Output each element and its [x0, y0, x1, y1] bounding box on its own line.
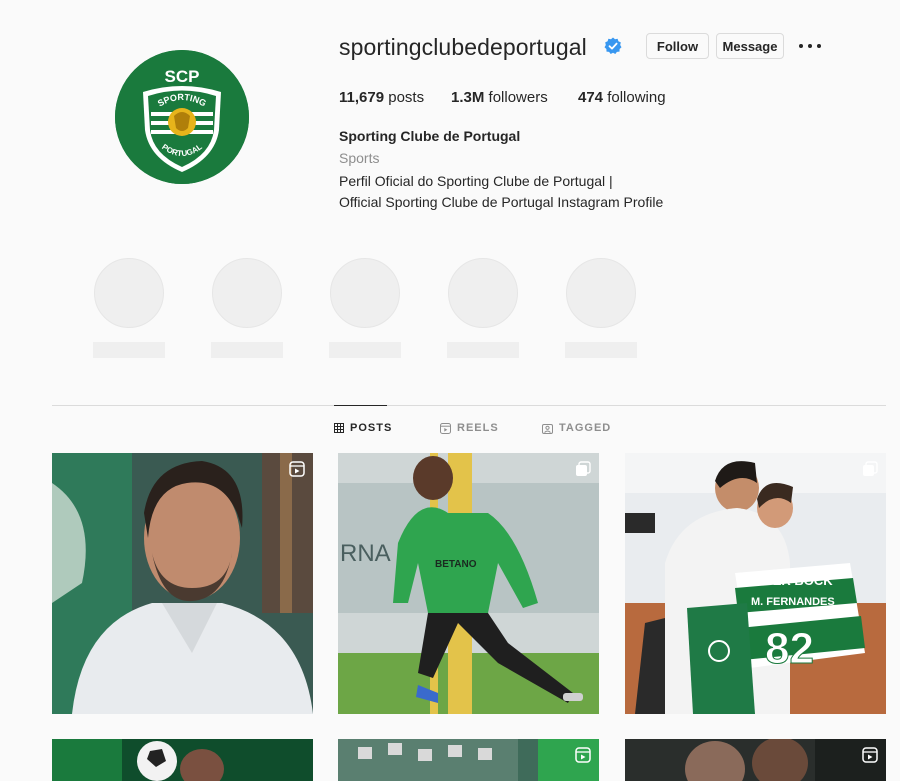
logo-text: SCP	[165, 67, 200, 86]
bio-line-1: Perfil Oficial do Sporting Clube de Port…	[339, 173, 613, 189]
highlight-label-placeholder	[565, 342, 637, 358]
profile-username: sportingclubedeportugal	[339, 34, 587, 60]
stat-following[interactable]: 474 following	[578, 89, 666, 106]
highlight-label-placeholder	[211, 342, 283, 358]
followers-count: 1.3M	[451, 89, 485, 106]
post-image-fan-jersey: SUPER BOCK M. FERNANDES 82	[625, 453, 886, 714]
highlight-placeholder[interactable]	[330, 258, 400, 328]
following-count: 474	[578, 89, 604, 106]
highlight-label-placeholder	[329, 342, 401, 358]
reel-icon	[289, 461, 305, 477]
tab-posts-label: POSTS	[350, 422, 393, 434]
post-banner-text: RNA	[340, 540, 391, 567]
post-thumbnail[interactable]	[625, 739, 886, 781]
profile-category: Sports	[339, 150, 380, 166]
post-shirt-text: BETANO	[435, 559, 477, 570]
carousel-icon	[863, 461, 878, 476]
tagged-icon	[542, 423, 553, 434]
post-image-training: RNA BETANO	[338, 453, 599, 714]
post-image-coach-portrait	[52, 453, 313, 714]
highlight-placeholder[interactable]	[448, 258, 518, 328]
profile-full-name: Sporting Clube de Portugal	[339, 128, 521, 144]
highlight-placeholder[interactable]	[212, 258, 282, 328]
highlight-label-placeholder	[447, 342, 519, 358]
post-thumbnail[interactable]	[52, 739, 313, 781]
follow-button[interactable]: Follow	[646, 33, 709, 59]
sporting-logo: SCP SPORTING PORTUGAL	[115, 50, 249, 184]
grid-icon	[334, 423, 344, 433]
jersey-name-text: M. FERNANDES	[751, 596, 835, 608]
message-button[interactable]: Message	[716, 33, 784, 59]
highlight-placeholder[interactable]	[566, 258, 636, 328]
followers-label: followers	[488, 89, 548, 106]
post-image-player-closeup	[625, 739, 886, 781]
active-tab-indicator	[334, 405, 387, 406]
carousel-icon	[576, 461, 591, 476]
posts-label: posts	[388, 89, 425, 106]
verified-badge-icon	[604, 37, 622, 54]
reel-icon	[575, 747, 591, 763]
stat-posts: 11,679 posts	[339, 89, 424, 106]
tab-reels[interactable]: REELS	[440, 422, 499, 434]
highlight-label-placeholder	[93, 342, 165, 358]
reel-icon	[862, 747, 878, 763]
post-thumbnail[interactable]	[52, 453, 313, 714]
posts-count: 11,679	[339, 89, 385, 106]
tab-tagged[interactable]: TAGGED	[542, 422, 611, 434]
post-image-player-ball	[52, 739, 313, 781]
jersey-sponsor-text: SUPER BOCK	[746, 573, 833, 588]
post-thumbnail[interactable]: RNA BETANO	[338, 453, 599, 714]
following-label: following	[607, 89, 666, 106]
post-thumbnail[interactable]	[338, 739, 599, 781]
bio-line-2: Official Sporting Clube de Portugal Inst…	[339, 194, 664, 210]
profile-bio: Perfil Oficial do Sporting Clube de Port…	[339, 171, 663, 213]
post-image-gallery-wall	[338, 739, 599, 781]
reels-icon	[440, 422, 451, 434]
stat-followers[interactable]: 1.3M followers	[451, 89, 548, 106]
highlight-placeholder[interactable]	[94, 258, 164, 328]
profile-avatar[interactable]: SCP SPORTING PORTUGAL	[115, 50, 249, 184]
tab-tagged-label: TAGGED	[559, 422, 612, 434]
jersey-number-text: 82	[765, 624, 814, 673]
more-options-icon[interactable]	[799, 38, 821, 54]
tabs-divider	[52, 405, 886, 406]
post-thumbnail[interactable]: SUPER BOCK M. FERNANDES 82	[625, 453, 886, 714]
tab-reels-label: REELS	[457, 422, 499, 434]
tab-posts[interactable]: POSTS	[334, 422, 392, 434]
